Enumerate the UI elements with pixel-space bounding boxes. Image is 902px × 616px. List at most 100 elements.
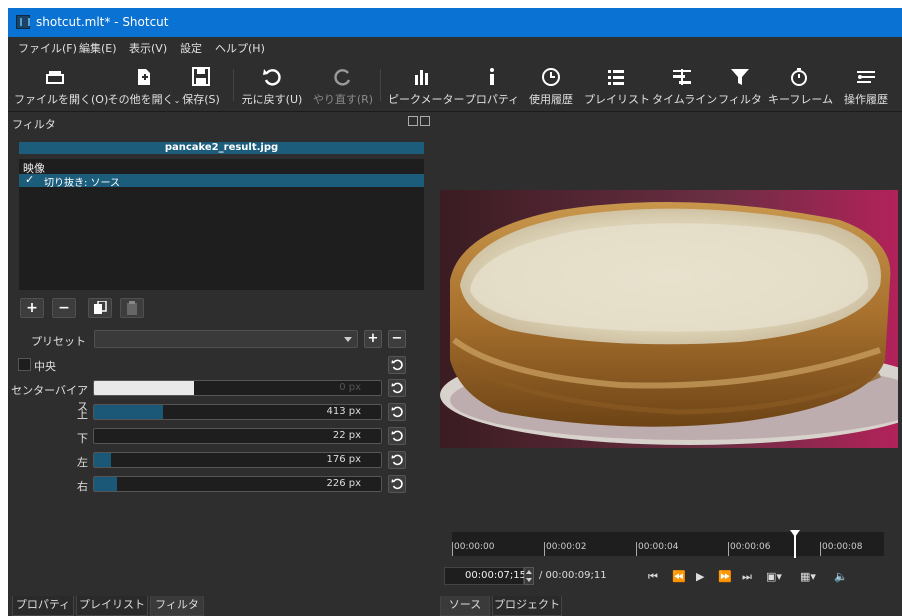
shotcut-app-icon (16, 15, 30, 29)
bottom-slider[interactable]: 22 px (93, 428, 382, 444)
open-file-button[interactable]: ファイルを開く(O) (14, 57, 108, 112)
playhead[interactable] (790, 530, 800, 558)
skip-previous-button[interactable]: ⏮ (648, 570, 658, 584)
timeline-label: タイムライン (652, 93, 718, 106)
right-slider[interactable]: 226 px (93, 476, 382, 492)
menu-bar: ファイル(F) 編集(E) 表示(V) 設定 ヘルプ(H) (8, 37, 902, 57)
top-reset-button[interactable] (388, 403, 406, 421)
skip-next-button[interactable]: ⏭ (742, 570, 752, 584)
center-bias-reset-button[interactable] (388, 379, 406, 397)
history-button[interactable]: 操作履歴 (834, 57, 898, 112)
undo-label: 元に戻す(U) (241, 93, 303, 106)
filter-enabled-checkbox[interactable]: ✓ (25, 173, 34, 186)
menu-edit[interactable]: 編集(E) (79, 40, 117, 56)
playlist-button[interactable]: プレイリスト (584, 57, 650, 112)
filters-panel: フィルタ pancake2_result.jpg 映像 ✓ 切り抜き: ソース … (8, 112, 436, 616)
tab-filters[interactable]: フィルタ (150, 596, 204, 616)
playhead-marker (790, 530, 800, 537)
redo-button[interactable]: やり直す(R) (310, 57, 376, 112)
tab-project[interactable]: プロジェクト (492, 596, 562, 616)
filter-list[interactable]: 映像 ✓ 切り抜き: ソース (19, 159, 424, 290)
cheesecake-image (440, 190, 898, 448)
float-icon[interactable] (408, 116, 418, 126)
ruler-tick-line (820, 542, 821, 556)
tab-source[interactable]: ソース (440, 596, 490, 616)
recent-button[interactable]: 使用履歴 (524, 57, 578, 112)
video-preview[interactable] (440, 190, 898, 448)
filter-funnel-icon (731, 69, 749, 85)
zoom-fit-button[interactable]: ▣▾ (766, 570, 782, 583)
top-label: 上 (77, 408, 88, 421)
current-timecode[interactable]: 00:00:07;15 (444, 567, 526, 585)
undo-button[interactable]: 元に戻す(U) (238, 57, 306, 112)
delete-preset-button[interactable]: − (388, 330, 406, 348)
tab-playlist[interactable]: プレイリスト (76, 596, 148, 616)
slider-fill (94, 405, 163, 419)
left-slider[interactable]: 176 px (93, 452, 382, 468)
toolbar-separator (380, 69, 381, 101)
bottom-label: 下 (77, 432, 88, 445)
center-bias-slider[interactable]: 0 px (93, 380, 382, 396)
save-icon (192, 67, 210, 86)
total-duration: / 00:00:09;11 (539, 570, 607, 581)
remove-filter-button[interactable]: − (52, 298, 76, 318)
menu-help[interactable]: ヘルプ(H) (215, 40, 265, 56)
right-reset-button[interactable] (388, 475, 406, 493)
stopwatch-icon (791, 68, 807, 86)
center-checkbox[interactable] (18, 358, 31, 371)
shotcut-window: shotcut.mlt* - Shotcut ファイル(F) 編集(E) 表示(… (8, 8, 902, 616)
menu-view[interactable]: 表示(V) (129, 40, 167, 56)
fast-forward-button[interactable]: ⏩ (718, 570, 732, 583)
rewind-button[interactable]: ⏪ (672, 570, 686, 583)
timeline-ruler[interactable]: 00:00:00 00:00:02 00:00:04 00:00:06 00:0… (452, 532, 884, 556)
filter-item[interactable]: ✓ 切り抜き: ソース (19, 173, 424, 189)
center-label: 中央 (34, 360, 56, 373)
peak-meter-button[interactable]: ピークメーター (388, 57, 465, 112)
preset-combo[interactable] (94, 330, 358, 348)
open-other-button[interactable]: その他を開く⌄ (104, 57, 184, 112)
redo-icon (334, 69, 351, 86)
close-icon[interactable] (420, 116, 430, 126)
tab-properties[interactable]: プロパティ (12, 596, 74, 616)
keyframes-button[interactable]: キーフレーム (768, 57, 834, 112)
grid-button[interactable]: ▦▾ (800, 570, 816, 583)
save-button[interactable]: 保存(S) (176, 57, 226, 112)
center-bias-value: 0 px (339, 382, 361, 393)
save-preset-button[interactable]: + (364, 330, 382, 348)
reset-icon (391, 478, 403, 490)
ruler-tick-label: 00:00:00 (454, 542, 495, 552)
add-filter-button[interactable]: + (20, 298, 44, 318)
keyframes-label: キーフレーム (768, 93, 834, 106)
left-reset-button[interactable] (388, 451, 406, 469)
right-label: 右 (77, 480, 88, 493)
reset-icon (391, 406, 403, 418)
menu-settings[interactable]: 設定 (180, 40, 202, 56)
timeline-button[interactable]: タイムライン (652, 57, 718, 112)
properties-button[interactable]: プロパティ (462, 57, 522, 112)
top-value: 413 px (326, 406, 361, 417)
volume-button[interactable]: 🔈 (834, 570, 848, 583)
left-label: 左 (77, 456, 88, 469)
slider-fill (94, 453, 112, 467)
list-icon (608, 70, 624, 85)
filters-button[interactable]: フィルタ (716, 57, 764, 112)
copy-filter-button[interactable] (88, 298, 112, 318)
play-button[interactable]: ▶ (696, 570, 704, 583)
left-value: 176 px (326, 454, 361, 465)
top-slider[interactable]: 413 px (93, 404, 382, 420)
player-panel: 00:00:00 00:00:02 00:00:04 00:00:06 00:0… (436, 112, 902, 616)
center-reset-button[interactable] (388, 356, 406, 374)
properties-label: プロパティ (464, 93, 520, 106)
bottom-reset-button[interactable] (388, 427, 406, 445)
menu-file[interactable]: ファイル(F) (18, 40, 77, 56)
window-title: shotcut.mlt* - Shotcut (36, 15, 169, 29)
timecode-spinner[interactable] (524, 567, 534, 585)
panel-float-close-buttons[interactable] (408, 116, 432, 128)
paste-filter-button[interactable] (120, 298, 144, 318)
peak-meter-label: ピークメーター (388, 93, 465, 106)
reset-icon (391, 430, 403, 442)
ruler-tick-label: 00:00:02 (546, 542, 587, 552)
redo-label: やり直す(R) (312, 93, 374, 106)
copy-icon (94, 300, 107, 314)
ruler-tick-line (728, 542, 729, 556)
